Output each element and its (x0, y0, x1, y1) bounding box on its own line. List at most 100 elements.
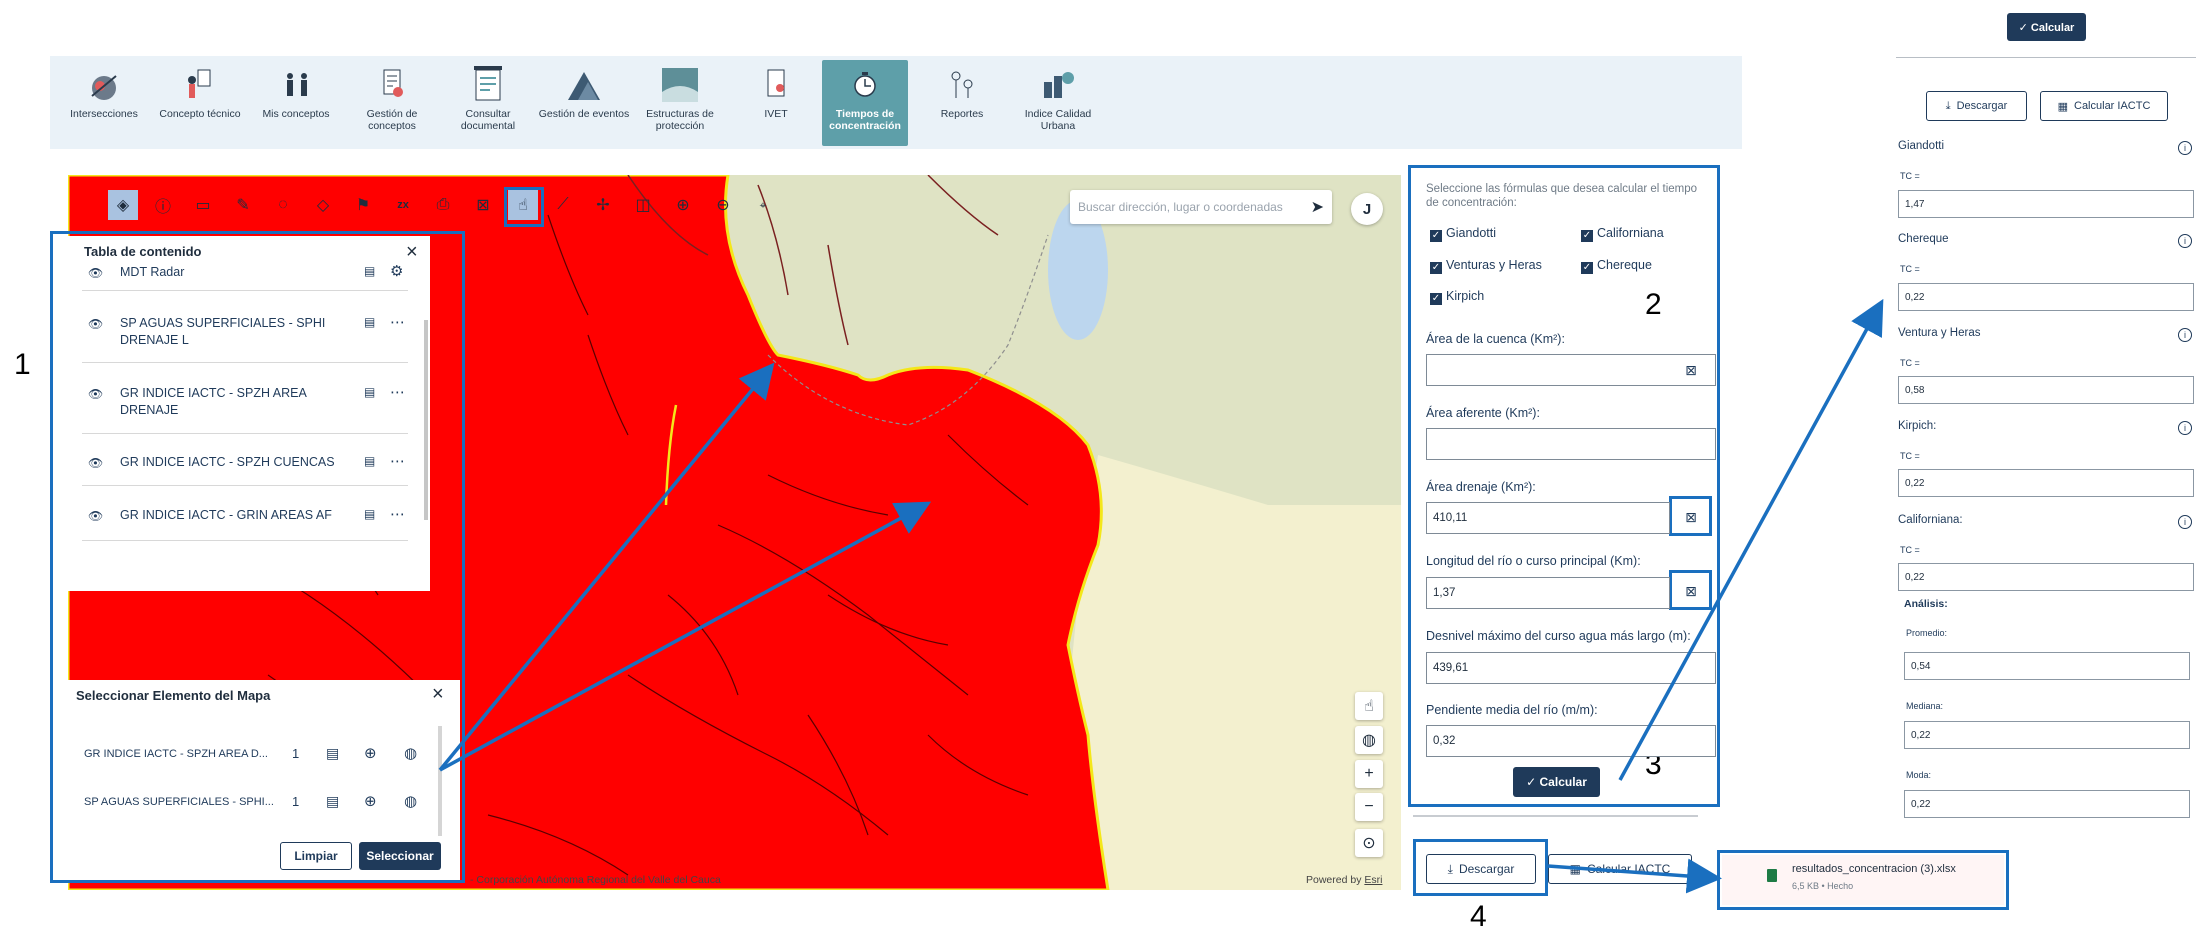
analysis-moda-value[interactable]: 0,22 (1904, 790, 2190, 818)
analysis-promedio-label: Promedio: (1906, 628, 1948, 638)
coordinate-search-icon[interactable]: ⌖ (748, 190, 778, 220)
coordinates-icon[interactable]: zx (388, 190, 418, 220)
nav-item-intersecciones[interactable]: Intersecciones (56, 60, 152, 146)
download-button[interactable]: ⤓ Descargar (1426, 854, 1536, 884)
input-desnivel[interactable]: 439,61 (1426, 652, 1716, 684)
input-longitud-rio[interactable]: 1,37 (1426, 577, 1670, 609)
zoom-in-icon[interactable]: ⊕ (668, 190, 698, 220)
zoom-plus-icon[interactable]: + (1355, 760, 1383, 788)
map-select-icon[interactable]: ⊠ (468, 190, 498, 220)
checkbox-californiana[interactable]: ✓ Californiana (1581, 226, 1664, 242)
input-area-aferente[interactable] (1426, 428, 1716, 460)
result-giandotti-value[interactable]: 1,47 (1898, 190, 2194, 218)
label-area-drenaje: Área drenaje (Km²): (1426, 480, 1536, 494)
map-search-input[interactable]: Buscar dirección, lugar o coordenadas ➤ (1070, 190, 1332, 224)
zoom-out-icon[interactable]: ⊖ (708, 190, 738, 220)
eraser-icon[interactable]: ◇ (308, 190, 338, 220)
nav-item-ivet[interactable]: IVET (728, 60, 824, 146)
nav-item-reportes[interactable]: Reportes (914, 60, 1010, 146)
split-view-icon[interactable]: ◫ (628, 190, 658, 220)
results-download-button[interactable]: ⤓ Descargar (1926, 91, 2027, 121)
calcular-iactc-button[interactable]: ▦ Calcular IACTC (1548, 854, 1692, 884)
measure-icon[interactable]: ⟋ (548, 190, 578, 220)
top-calcular-button[interactable]: ✓ Calcular (2007, 13, 2086, 41)
tc-label: TC = (1900, 545, 1920, 555)
comment-icon[interactable]: ◌ (268, 190, 298, 220)
technical-concept-icon (180, 66, 220, 104)
user-avatar[interactable]: J (1351, 193, 1383, 225)
powered-by: Powered by Esri (1306, 874, 1383, 886)
info-icon[interactable]: i (2178, 515, 2192, 529)
map-attribution: - Corporación Autónoma Regional del Vall… (470, 874, 721, 886)
result-title-californiana: Californiana: (1898, 514, 1963, 526)
download-icon: ⤓ (1945, 99, 1951, 112)
annotation-number-1: 1 (14, 348, 31, 381)
result-ventura-heras-value[interactable]: 0,58 (1898, 376, 2194, 404)
ruler-icon[interactable]: ▭ (188, 190, 218, 220)
analysis-mediana-value[interactable]: 0,22 (1904, 721, 2190, 749)
nav-item-consultar-documental[interactable]: Consultar documental (440, 60, 536, 146)
nav-item-mis-conceptos[interactable]: Mis conceptos (248, 60, 344, 146)
globe-icon[interactable]: ◍ (1355, 726, 1383, 754)
label-area-cuenca: Área de la cuenca (Km²): (1426, 332, 1565, 346)
annotation-box-1 (50, 231, 465, 883)
esri-link[interactable]: Esri (1364, 874, 1382, 886)
toast-meta: 6,5 KB • Hecho (1792, 881, 1854, 891)
zoom-minus-icon[interactable]: − (1355, 793, 1383, 821)
label-pendiente: Pendiente media del río (m/m): (1426, 703, 1598, 717)
input-area-drenaje[interactable]: 410,11 (1426, 502, 1670, 534)
calculator-icon: ▦ (1569, 862, 1581, 876)
analysis-mediana-label: Mediana: (1906, 701, 1944, 711)
map-pick-icon[interactable]: ⊠ (1678, 578, 1704, 604)
nav-item-tiempos-concentracion[interactable]: Tiempos de concentración (822, 60, 908, 146)
info-icon[interactable]: i (2178, 421, 2192, 435)
flag-icon[interactable]: ⚑ (348, 190, 378, 220)
result-kirpich-value[interactable]: 0,22 (1898, 469, 2194, 497)
annotation-number-4: 4 (1470, 900, 1487, 933)
result-chereque-value[interactable]: 0,22 (1898, 283, 2194, 311)
info-icon[interactable]: ⓘ (148, 190, 178, 220)
calcular-button[interactable]: ✓ Calcular (1513, 767, 1600, 797)
search-go-icon[interactable]: ➤ (1311, 197, 1324, 217)
info-icon[interactable]: i (2178, 141, 2192, 155)
checkbox-giandotti[interactable]: ✓ Giandotti (1430, 226, 1496, 242)
checkbox-chereque[interactable]: ✓ Chereque (1581, 258, 1652, 274)
map-pick-icon[interactable]: ⊠ (1678, 357, 1704, 383)
pan-icon[interactable]: ✢ (588, 190, 618, 220)
tc-label: TC = (1900, 451, 1920, 461)
check-icon: ✓ (1581, 262, 1593, 274)
result-californiana-value[interactable]: 0,22 (1898, 563, 2194, 591)
reports-icon (942, 66, 982, 104)
info-icon[interactable]: i (2178, 234, 2192, 248)
checkbox-venturas-heras[interactable]: ✓ Venturas y Heras (1430, 258, 1542, 274)
result-title-ventura-heras: Ventura y Heras (1898, 327, 1981, 339)
nav-item-concepto-tecnico[interactable]: Concepto técnico (152, 60, 248, 146)
ivet-icon (756, 66, 796, 104)
tc-label: TC = (1900, 358, 1920, 368)
download-toast[interactable]: resultados_concentracion (3).xlsx 6,5 KB… (1722, 855, 2004, 905)
annotation-hand-tool-box (504, 187, 544, 227)
analysis-title: Análisis: (1904, 598, 1948, 610)
urban-quality-icon (1038, 66, 1078, 104)
input-area-cuenca[interactable] (1426, 354, 1716, 386)
info-icon[interactable]: i (2178, 328, 2192, 342)
analysis-promedio-value[interactable]: 0,54 (1904, 652, 2190, 680)
check-icon: ✓ (1581, 230, 1593, 242)
nav-item-estructuras-proteccion[interactable]: Estructuras de protección (632, 60, 728, 146)
input-pendiente[interactable]: 0,32 (1426, 725, 1716, 757)
tc-label: TC = (1900, 264, 1920, 274)
results-iactc-button[interactable]: ▦ Calcular IACTC (2040, 91, 2168, 121)
print-icon[interactable]: ⎙ (428, 190, 458, 220)
hand-pan-icon[interactable]: ☝ (1355, 692, 1383, 720)
layers-icon[interactable]: ◈ (108, 190, 138, 220)
panel-scrollbar[interactable] (1413, 815, 1698, 817)
document-search-icon (468, 66, 508, 104)
locate-icon[interactable]: ⊙ (1355, 829, 1383, 857)
nav-item-indice-calidad-urbana[interactable]: Indice Calidad Urbana (1010, 60, 1106, 146)
concept-management-icon (372, 66, 412, 104)
nav-item-gestion-conceptos[interactable]: Gestión de conceptos (344, 60, 440, 146)
map-pick-icon[interactable]: ⊠ (1678, 504, 1704, 530)
nav-item-gestion-eventos[interactable]: Gestión de eventos (536, 60, 632, 146)
pencil-icon[interactable]: ✎ (228, 190, 258, 220)
checkbox-kirpich[interactable]: ✓ Kirpich (1430, 289, 1484, 305)
